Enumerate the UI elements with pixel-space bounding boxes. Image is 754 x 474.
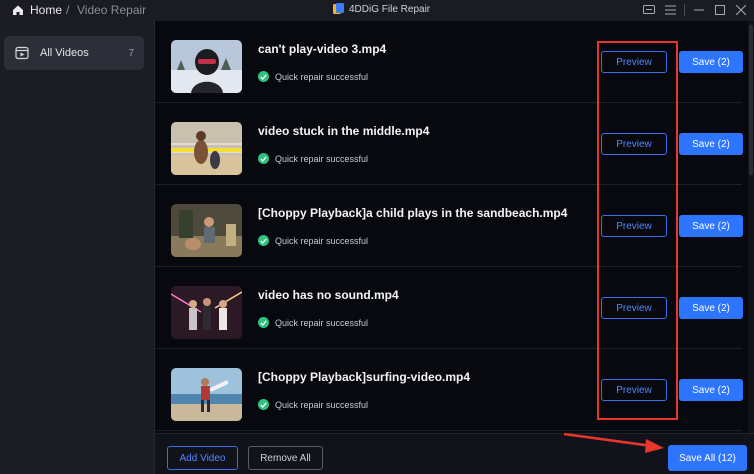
repair-status: Quick repair successful: [258, 153, 368, 164]
menu-icon[interactable]: [663, 2, 677, 18]
maximize-icon[interactable]: [713, 2, 727, 18]
video-thumbnail[interactable]: [171, 286, 242, 339]
save-button[interactable]: Save (2): [679, 297, 743, 319]
video-thumbnail[interactable]: [171, 204, 242, 257]
home-label: Home: [30, 3, 63, 17]
window-controls-divider: [684, 4, 685, 16]
repair-status: Quick repair successful: [258, 235, 368, 246]
status-text: Quick repair successful: [275, 317, 369, 328]
status-text: Quick repair successful: [275, 153, 369, 164]
add-video-button[interactable]: Add Video: [167, 446, 238, 470]
save-all-button[interactable]: Save All (12): [668, 445, 747, 471]
video-thumbnail[interactable]: [171, 368, 242, 421]
status-text: Quick repair successful: [275, 71, 369, 82]
save-button[interactable]: Save (2): [679, 379, 743, 401]
status-text: Quick repair successful: [275, 399, 369, 410]
repair-status: Quick repair successful: [258, 399, 368, 410]
app-title: 4DDiG File Repair: [349, 3, 431, 15]
sidebar-item-label: All Videos: [40, 47, 89, 59]
video-title: [Choppy Playback]surfing-video.mp4: [258, 370, 471, 384]
video-title: [Choppy Playback]a child plays in the sa…: [258, 206, 568, 220]
video-title: video has no sound.mp4: [258, 288, 399, 302]
list-scrollbar[interactable]: [748, 21, 754, 433]
sidebar-item-all-videos[interactable]: All Videos 7: [4, 36, 144, 70]
save-button[interactable]: Save (2): [679, 215, 743, 237]
home-link[interactable]: Home: [12, 3, 62, 17]
app-logo-icon: [333, 3, 344, 14]
video-thumbnail[interactable]: [171, 122, 242, 175]
app-brand: 4DDiG File Repair: [333, 3, 430, 15]
status-text: Quick repair successful: [275, 235, 369, 246]
sidebar: All Videos 7: [0, 21, 155, 474]
sidebar-item-count: 7: [128, 47, 134, 59]
success-check-icon: [258, 317, 269, 328]
success-check-icon: [258, 235, 269, 246]
feedback-icon[interactable]: [642, 2, 656, 18]
remove-all-button[interactable]: Remove All: [248, 446, 323, 470]
video-list-icon: [15, 46, 29, 60]
annotation-highlight-box: [597, 41, 678, 420]
success-check-icon: [258, 71, 269, 82]
video-title: can't play-video 3.mp4: [258, 42, 387, 56]
success-check-icon: [258, 153, 269, 164]
home-icon: [13, 5, 23, 15]
repair-status: Quick repair successful: [258, 71, 368, 82]
save-button[interactable]: Save (2): [679, 133, 743, 155]
repair-status: Quick repair successful: [258, 317, 368, 328]
video-thumbnail[interactable]: [171, 40, 242, 93]
breadcrumb-current-page: Video Repair: [77, 3, 147, 17]
scrollbar-thumb[interactable]: [749, 25, 753, 175]
video-title: video stuck in the middle.mp4: [258, 124, 430, 138]
minimize-icon[interactable]: [692, 2, 706, 18]
save-button[interactable]: Save (2): [679, 51, 743, 73]
window-controls: [642, 2, 748, 18]
title-bar: Home / Video Repair 4DDiG File Repair: [0, 0, 754, 21]
success-check-icon: [258, 399, 269, 410]
annotation-arrow-icon: [563, 432, 664, 453]
close-icon[interactable]: [734, 2, 748, 18]
breadcrumb-separator: /: [66, 3, 70, 17]
